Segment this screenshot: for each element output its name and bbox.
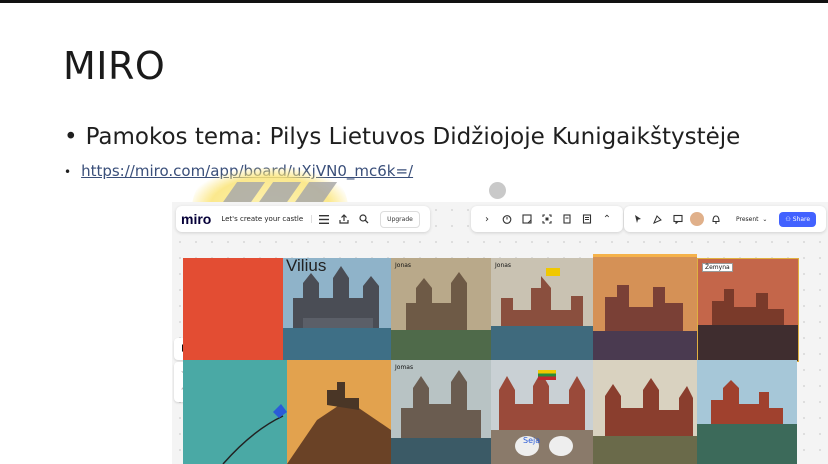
student-name-label: Vilius	[286, 256, 327, 275]
comment-icon[interactable]	[670, 211, 686, 227]
miro-right-toolbar: Present ⌄ ⚇ Share	[624, 206, 826, 232]
bell-icon[interactable]	[708, 211, 724, 227]
board-name[interactable]: Let's create your castle	[221, 215, 313, 223]
tile-author-label: Jomas	[395, 364, 414, 371]
upgrade-button[interactable]: Upgrade	[380, 210, 420, 228]
slide-title: MIRO	[63, 44, 166, 88]
bullet-topic: • Pamokos tema: Pilys Lietuvos Didžiojoje…	[64, 124, 740, 150]
list-icon[interactable]	[579, 211, 595, 227]
share-users-icon: ⚇	[785, 215, 791, 223]
miro-logo[interactable]: miro	[181, 211, 211, 227]
top-border	[0, 0, 828, 3]
tile-caption: Seja	[523, 436, 541, 445]
castle-image-tile[interactable]: Jomas	[391, 360, 491, 464]
avatar[interactable]	[690, 212, 704, 226]
chevron-right-icon[interactable]: ›	[479, 211, 495, 227]
share-button[interactable]: ⚇ Share	[779, 211, 817, 227]
bullet-dot: •	[64, 124, 78, 150]
upload-icon[interactable]	[336, 211, 352, 227]
expand-icon[interactable]: ⌃	[599, 211, 615, 227]
castle-image-tile[interactable]	[593, 360, 697, 464]
document-icon[interactable]	[559, 211, 575, 227]
bullet-topic-text: Pamokos tema: Pilys Lietuvos Didžiojoje …	[85, 124, 741, 150]
drawing-stroke	[222, 404, 287, 464]
sticky-note-icon[interactable]	[519, 211, 535, 227]
castle-image-tile[interactable]	[593, 254, 697, 363]
castle-image-tile[interactable]	[287, 360, 391, 464]
menu-icon[interactable]	[316, 211, 332, 227]
miro-collab-toolbar: › ⌃	[471, 206, 623, 232]
bullet-dot: •	[64, 165, 72, 179]
miro-board[interactable]: miro Let's create your castle Upgrade › …	[172, 202, 828, 464]
presenter-cursor	[489, 182, 506, 199]
teal-sticky-block[interactable]	[183, 360, 287, 464]
castle-image-tile[interactable]: Žemyna	[697, 258, 799, 362]
miro-main-toolbar: miro Let's create your castle Upgrade	[176, 206, 430, 232]
search-icon[interactable]	[356, 211, 372, 227]
tile-author-label: Jonas	[395, 262, 412, 269]
share-label: Share	[792, 215, 811, 223]
red-sticky-block[interactable]	[183, 258, 283, 360]
present-button[interactable]: Present ⌄	[736, 216, 767, 223]
frame-icon[interactable]	[539, 211, 555, 227]
castle-image-tile[interactable]	[697, 360, 797, 464]
tile-author-label: Žemyna	[702, 263, 733, 272]
castle-image-tile[interactable]: Jonas	[491, 258, 593, 360]
present-label: Present	[736, 215, 759, 223]
tile-author-label: Jonas	[495, 262, 512, 269]
castle-image-tile[interactable]: Jonas	[391, 258, 491, 360]
lithuanian-flag	[538, 370, 556, 380]
celebrate-icon[interactable]	[650, 211, 666, 227]
cursor-arrow-icon[interactable]	[630, 211, 646, 227]
timer-icon[interactable]	[499, 211, 515, 227]
